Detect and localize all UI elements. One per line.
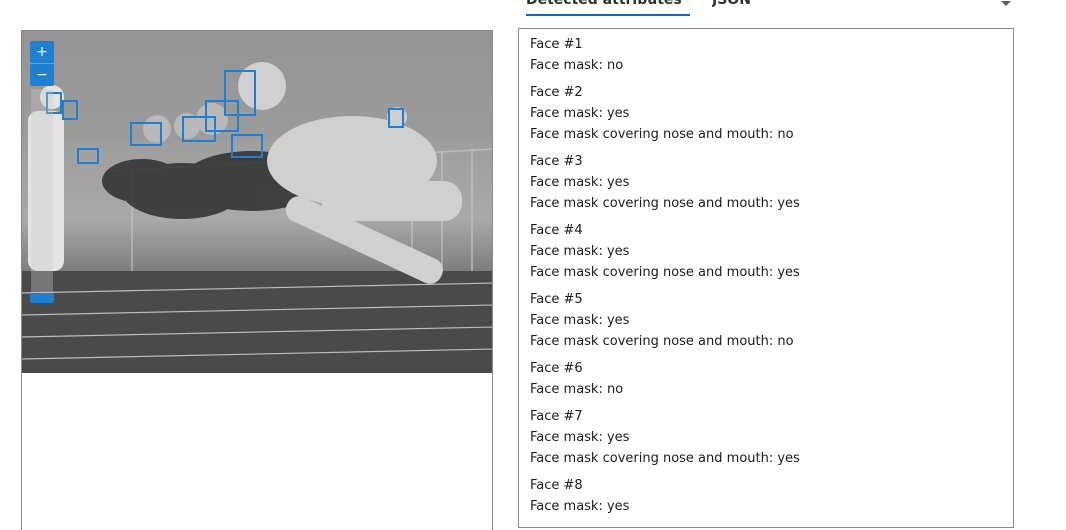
face-mask-value: Face mask: yes (530, 244, 630, 259)
list-item: Face #1 Face mask: no (530, 34, 1013, 76)
zoom-in-button[interactable]: + (30, 41, 54, 63)
face-mask-value: Face mask: yes (530, 175, 630, 190)
chevron-down-icon[interactable] (1000, 0, 1012, 8)
face-title: Face #7 (530, 409, 583, 424)
face-title: Face #3 (530, 154, 583, 169)
image-viewer: + − (21, 30, 493, 530)
face-title: Face #6 (530, 361, 583, 376)
list-item: Face #5 Face mask: yes Face mask coverin… (530, 289, 1013, 352)
face-mask-value: Face mask: yes (530, 313, 630, 328)
face-title: Face #2 (530, 85, 583, 100)
face-mask-value: Face mask: yes (530, 499, 630, 514)
face-title: Face #8 (530, 478, 583, 493)
tab-json[interactable]: JSON (712, 0, 772, 14)
detected-attributes-list: Face #1 Face mask: no Face #2 Face mask:… (518, 28, 1014, 528)
face-mask-value: Face mask: no (530, 382, 624, 397)
face-title: Face #4 (530, 223, 583, 238)
zoom-out-button[interactable]: − (30, 64, 54, 86)
face-mask-value: Face mask: yes (530, 106, 630, 121)
face-mask-value: Face mask: yes (530, 430, 630, 445)
face-title: Face #1 (530, 37, 583, 52)
face-mask-covering-value: Face mask covering nose and mouth: yes (530, 265, 800, 280)
face-mask-covering-value: Face mask covering nose and mouth: yes (530, 451, 800, 466)
list-item: Face #8 Face mask: yes (530, 475, 1013, 517)
tab-detected-attributes[interactable]: Detected attributes (526, 0, 690, 16)
zoom-slider-handle[interactable] (30, 293, 54, 303)
face-mask-value: Face mask: no (530, 58, 624, 73)
face-title: Face #5 (530, 292, 583, 307)
face-mask-covering-value: Face mask covering nose and mouth: yes (530, 196, 800, 211)
list-item: Face #3 Face mask: yes Face mask coverin… (530, 151, 1013, 214)
analyzed-photo (22, 31, 492, 373)
list-item: Face #2 Face mask: yes Face mask coverin… (530, 82, 1013, 145)
face-mask-covering-value: Face mask covering nose and mouth: no (530, 334, 794, 349)
list-item: Face #6 Face mask: no (530, 358, 1013, 400)
list-item: Face #4 Face mask: yes Face mask coverin… (530, 220, 1013, 283)
zoom-slider-track[interactable] (31, 89, 53, 299)
face-mask-covering-value: Face mask covering nose and mouth: no (530, 127, 794, 142)
list-item: Face #7 Face mask: yes Face mask coverin… (530, 406, 1013, 469)
